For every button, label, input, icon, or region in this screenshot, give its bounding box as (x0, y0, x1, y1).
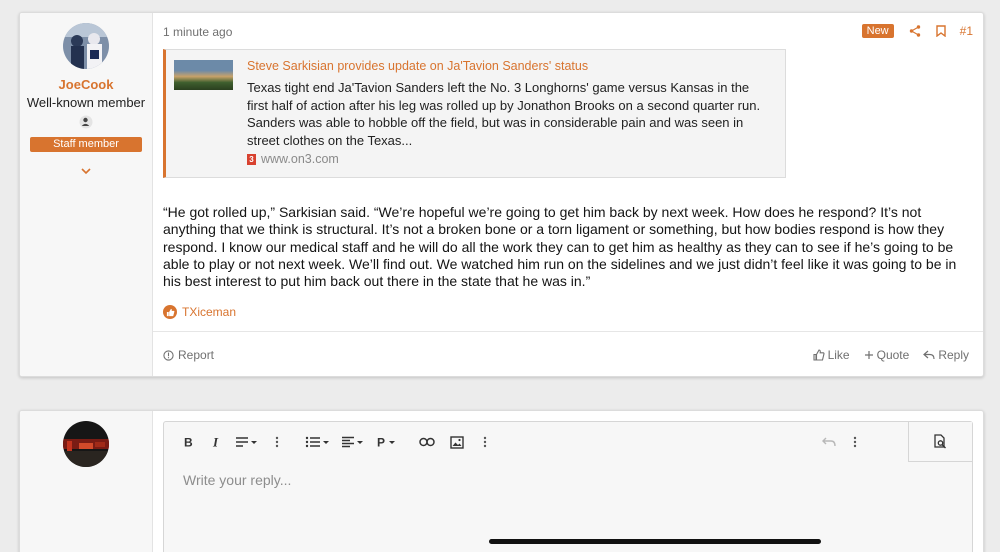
current-user-sidebar (20, 411, 153, 552)
reaction-summary[interactable]: TXiceman (163, 305, 236, 319)
more-insert-options-icon[interactable] (472, 422, 498, 462)
reply-button[interactable]: Reply (923, 348, 969, 362)
editor-more-icon[interactable] (842, 422, 868, 462)
author-user-title: Well-known member (26, 95, 146, 110)
author-sidebar: JoeCook Well-known member Staff member (20, 13, 153, 376)
image-icon[interactable] (442, 422, 472, 462)
post-number-link[interactable]: #1 (960, 24, 973, 38)
reply-input-placeholder: Write your reply... (183, 472, 292, 488)
text-style-dropdown-icon[interactable] (230, 422, 264, 462)
paragraph-dropdown-icon[interactable]: P (372, 422, 404, 462)
member-status-icon (79, 115, 93, 134)
post-card: JoeCook Well-known member Staff member 1… (19, 12, 984, 377)
post-top-actions: New #1 (861, 24, 973, 38)
report-icon (163, 349, 174, 361)
post-timestamp[interactable]: 1 minute ago (163, 25, 232, 39)
new-badge: New (861, 24, 894, 38)
like-reaction-icon (163, 305, 177, 319)
current-user-avatar[interactable] (63, 421, 109, 467)
preview-button[interactable] (908, 422, 972, 462)
staff-member-badge: Staff member (30, 137, 142, 152)
reply-icon (923, 350, 935, 360)
report-label: Report (178, 348, 215, 362)
like-label: Like (827, 348, 850, 362)
post-footer: Report Like Quote Reply (153, 331, 983, 376)
link-preview-description: Texas tight end Ja'Tavion Sanders left t… (247, 80, 761, 148)
svg-text:I: I (212, 436, 219, 448)
svg-text:P: P (377, 436, 385, 448)
list-dropdown-icon[interactable] (300, 422, 336, 462)
author-username[interactable]: JoeCook (20, 77, 152, 92)
undo-icon[interactable] (816, 422, 842, 462)
report-button[interactable]: Report (163, 348, 214, 362)
quote-button[interactable]: Quote (864, 348, 910, 362)
link-preview[interactable]: Steve Sarkisian provides update on Ja'Ta… (163, 49, 786, 178)
like-button[interactable]: Like (813, 348, 850, 362)
link-preview-thumbnail (174, 60, 233, 90)
share-icon[interactable] (908, 24, 922, 38)
chevron-down-icon[interactable] (81, 162, 91, 180)
reply-main: B I P Write your reply... (153, 411, 983, 552)
on3-logo-icon: 3 (247, 153, 256, 165)
more-options-icon[interactable] (264, 422, 290, 462)
plus-icon (864, 351, 873, 359)
editor-toolbar: B I P (164, 422, 972, 462)
post-body: “He got rolled up,” Sarkisian said. “We’… (163, 204, 957, 290)
home-indicator (489, 539, 821, 544)
thumbs-up-icon (813, 349, 825, 361)
link-preview-domain: www.on3.com (261, 152, 339, 166)
align-dropdown-icon[interactable] (336, 422, 372, 462)
link-preview-source: 3 www.on3.com (247, 152, 339, 166)
bold-icon[interactable]: B (174, 422, 202, 462)
reply-editor[interactable]: B I P Write your reply... (163, 421, 973, 552)
bookmark-icon[interactable] (934, 24, 948, 38)
post-main: 1 minute ago New #1 Steve Sarkisian prov… (153, 13, 983, 376)
quote-label: Quote (876, 348, 910, 362)
preview-icon (934, 434, 946, 449)
post-actions: Like Quote Reply (813, 348, 969, 362)
link-icon[interactable] (412, 422, 442, 462)
reply-card: B I P Write your reply... (19, 410, 984, 552)
reaction-user-link[interactable]: TXiceman (182, 305, 236, 319)
link-preview-title[interactable]: Steve Sarkisian provides update on Ja'Ta… (247, 59, 588, 73)
svg-text:B: B (184, 436, 193, 448)
author-avatar[interactable] (63, 23, 109, 69)
reply-label: Reply (938, 348, 969, 362)
italic-icon[interactable]: I (202, 422, 230, 462)
